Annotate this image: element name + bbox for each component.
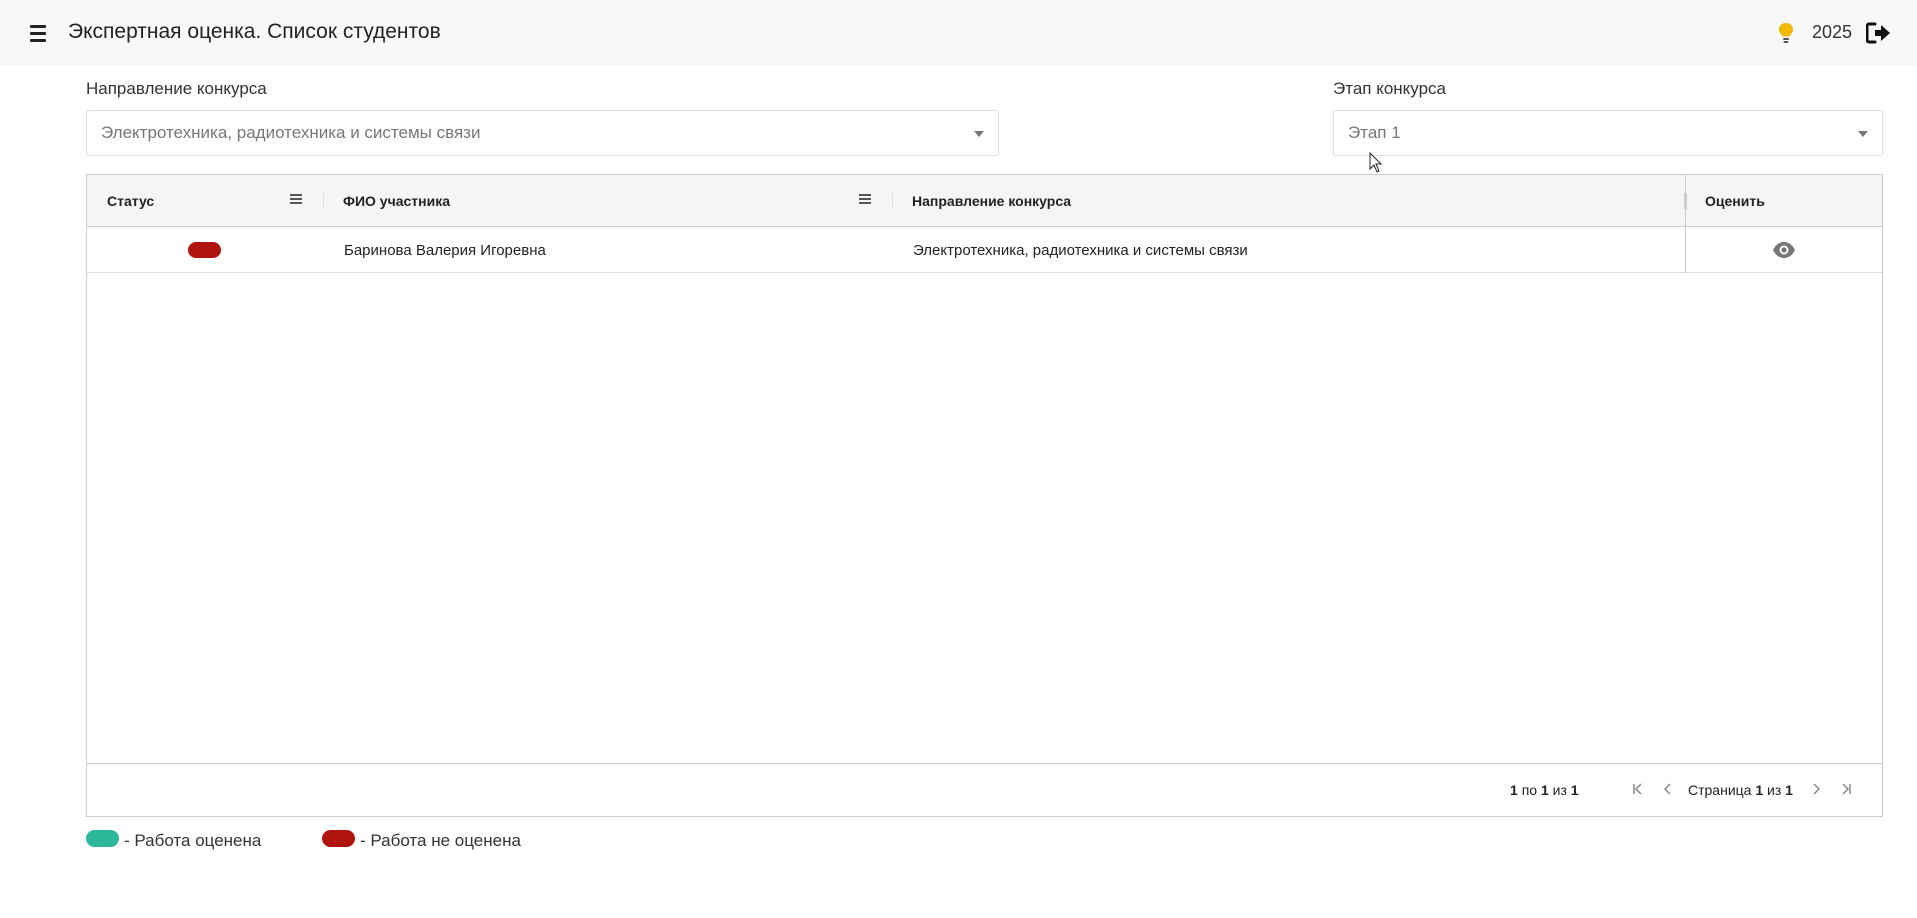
- participant-name-cell: Баринова Валерия Игоревна: [344, 241, 546, 259]
- legend-rated-label: - Работа оценена: [124, 831, 262, 850]
- hamburger-menu-icon[interactable]: [26, 20, 50, 46]
- chevron-down-icon: [974, 131, 984, 137]
- chevron-down-icon: [1858, 131, 1868, 137]
- rate-cell[interactable]: [1772, 227, 1796, 273]
- page-current: 1: [1755, 782, 1764, 798]
- previous-page-icon[interactable]: [1660, 781, 1676, 797]
- status-not-rated-badge: [188, 242, 221, 258]
- column-menu-icon[interactable]: [859, 194, 871, 206]
- year-indicator: 2025: [1812, 22, 1853, 42]
- column-header-label: Направление конкурса: [912, 193, 1072, 209]
- range-from: 1: [1510, 782, 1518, 798]
- page-indicator: Страница 1 из 1: [1688, 782, 1793, 798]
- table-row[interactable]: Баринова Валерия Игоревна Электротехника…: [87, 227, 1882, 273]
- stage-select[interactable]: Этап 1: [1333, 110, 1883, 156]
- range-total: 1: [1570, 782, 1579, 798]
- page-label: Страница: [1688, 782, 1752, 798]
- column-header-label: ФИО участника: [343, 193, 450, 209]
- range-to: 1: [1540, 782, 1549, 798]
- direction-cell: Электротехника, радиотехника и системы с…: [913, 241, 1248, 259]
- status-cell: [188, 227, 221, 273]
- column-header-label: Статус: [107, 193, 155, 209]
- students-grid: Статус ФИО участника Направление конкурс…: [86, 174, 1883, 817]
- page-separator: из: [1767, 782, 1782, 798]
- legend-rated-swatch: [86, 830, 119, 847]
- grid-pagination: 1 по 1 из 1 Страница 1 из 1: [87, 763, 1882, 816]
- logout-icon[interactable]: [1866, 21, 1892, 45]
- direction-filter-label: Направление конкурса: [86, 79, 267, 98]
- stage-select-value: Этап 1: [1348, 123, 1401, 142]
- first-page-icon[interactable]: [1630, 781, 1646, 797]
- grid-header: Статус ФИО участника Направление конкурс…: [87, 175, 1882, 227]
- page-title: Экспертная оценка. Список студентов: [68, 20, 441, 43]
- page-total: 1: [1785, 782, 1793, 798]
- direction-select[interactable]: Электротехника, радиотехника и системы с…: [86, 110, 999, 156]
- stage-filter-label: Этап конкурса: [1333, 79, 1447, 98]
- top-bar: Экспертная оценка. Список студентов 2025: [0, 0, 1917, 66]
- column-menu-icon[interactable]: [290, 194, 302, 206]
- lightbulb-icon[interactable]: [1778, 22, 1794, 44]
- column-header-status[interactable]: Статус: [87, 175, 323, 227]
- column-header-direction[interactable]: Направление конкурса: [892, 175, 1685, 227]
- row-range-summary: 1 по 1 из 1: [1510, 782, 1579, 798]
- pinned-column-border: [1685, 175, 1686, 273]
- range-separator: из: [1552, 782, 1567, 798]
- column-header-name[interactable]: ФИО участника: [323, 175, 892, 227]
- legend-not-rated-label: - Работа не оценена: [360, 831, 521, 850]
- eye-icon[interactable]: [1772, 241, 1796, 259]
- direction-select-value: Электротехника, радиотехника и системы с…: [101, 123, 481, 142]
- legend-not-rated-swatch: [322, 830, 355, 847]
- mouse-cursor-icon: [1369, 152, 1383, 173]
- range-separator: по: [1521, 782, 1538, 798]
- column-header-label: Оценить: [1705, 193, 1765, 209]
- next-page-icon[interactable]: [1808, 781, 1824, 797]
- column-header-rate[interactable]: Оценить: [1685, 175, 1882, 227]
- last-page-icon[interactable]: [1838, 781, 1854, 797]
